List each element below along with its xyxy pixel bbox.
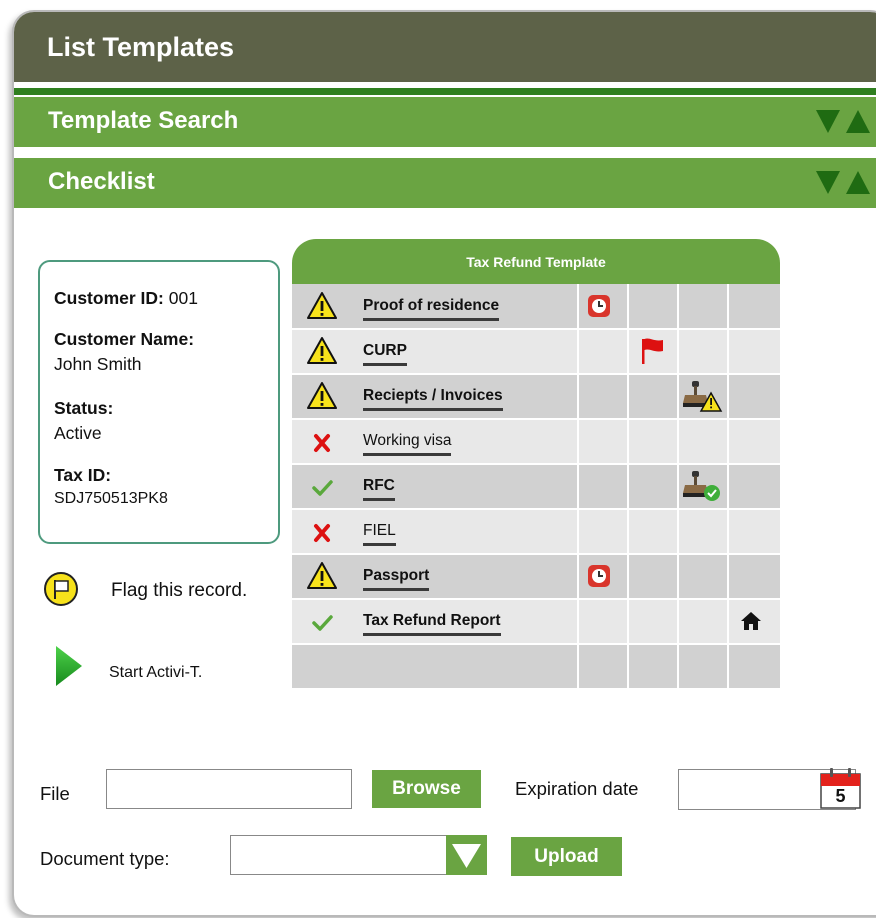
customer-status: Status: Active xyxy=(54,398,114,443)
table-row[interactable]: Passport xyxy=(292,554,780,598)
stamp-check-icon[interactable] xyxy=(683,471,723,503)
calendar-day: 5 xyxy=(835,786,846,806)
document-link[interactable]: Reciepts / Invoices xyxy=(363,387,503,411)
customer-id: Customer ID: 001 xyxy=(54,288,198,308)
x-icon xyxy=(314,434,330,452)
check-icon xyxy=(312,615,333,631)
start-label[interactable]: Start Activi-T. xyxy=(109,664,202,682)
window-title: List Templates xyxy=(14,12,876,82)
document-link[interactable]: RFC xyxy=(363,477,395,501)
chevron-down-icon xyxy=(452,844,481,868)
warning-icon xyxy=(307,292,337,319)
dropdown-button[interactable] xyxy=(446,835,487,875)
document-link[interactable]: Passport xyxy=(363,567,430,591)
grid-line xyxy=(577,284,579,688)
grid-line xyxy=(727,284,729,688)
table-row[interactable]: RFC xyxy=(292,464,780,508)
table-row-empty xyxy=(292,644,780,688)
upload-button[interactable]: Upload xyxy=(511,837,622,876)
grid-line xyxy=(627,284,629,688)
document-link[interactable]: Working visa xyxy=(363,432,452,456)
expiration-date-label: Expiration date xyxy=(515,778,639,799)
document-link[interactable]: FIEL xyxy=(363,522,396,546)
flag-icon[interactable] xyxy=(641,337,665,365)
expand-collapse-icon[interactable] xyxy=(816,171,870,195)
grid-line xyxy=(292,373,780,375)
table-row[interactable]: CURP xyxy=(292,329,780,373)
grid-line xyxy=(292,553,780,555)
clock-icon[interactable] xyxy=(588,295,610,317)
home-icon[interactable] xyxy=(740,611,762,631)
document-link[interactable]: Proof of residence xyxy=(363,297,500,321)
play-icon[interactable] xyxy=(56,646,82,686)
clock-icon[interactable] xyxy=(588,565,610,587)
section-title: Template Search xyxy=(48,107,239,134)
table-row[interactable]: Tax Refund Report xyxy=(292,599,780,643)
section-checklist[interactable]: Checklist xyxy=(14,158,876,208)
file-input[interactable] xyxy=(106,769,352,809)
grid-line xyxy=(292,463,780,465)
warning-icon xyxy=(307,562,337,589)
grid-line xyxy=(677,284,679,688)
grid-line xyxy=(292,418,780,420)
title-divider xyxy=(14,88,876,95)
grid-line xyxy=(292,508,780,510)
grid-line xyxy=(292,643,780,645)
table-row[interactable]: FIEL xyxy=(292,509,780,553)
table-row[interactable]: Proof of residence xyxy=(292,284,780,328)
customer-name: Customer Name: John Smith xyxy=(54,329,195,374)
table-title: Tax Refund Template xyxy=(292,239,780,284)
grid-line xyxy=(292,598,780,600)
table-row[interactable]: Working visa xyxy=(292,419,780,463)
document-link[interactable]: Tax Refund Report xyxy=(363,612,501,636)
stamp-warning-icon[interactable] xyxy=(683,381,723,413)
section-template-search[interactable]: Template Search xyxy=(14,97,876,147)
flag-icon[interactable] xyxy=(44,572,78,606)
calendar-icon[interactable]: 5 xyxy=(820,767,862,809)
grid-line xyxy=(292,328,780,330)
table-row[interactable]: Reciepts / Invoices xyxy=(292,374,780,418)
document-link[interactable]: CURP xyxy=(363,342,407,366)
document-type-label: Document type: xyxy=(40,848,170,869)
section-title: Checklist xyxy=(48,168,155,195)
warning-icon xyxy=(307,382,337,409)
document-type-select[interactable] xyxy=(230,835,487,875)
checklist-table: Tax Refund Template Proof of residence C… xyxy=(292,239,780,689)
warning-icon xyxy=(307,337,337,364)
browse-button[interactable]: Browse xyxy=(372,770,481,808)
customer-info-card: Customer ID: 001 Customer Name: John Smi… xyxy=(38,260,280,544)
start-activit-action[interactable]: Start Activi-T. xyxy=(56,646,202,691)
expand-collapse-icon[interactable] xyxy=(816,110,870,134)
list-templates-panel: List Templates Template Search Checklist… xyxy=(12,10,876,917)
flag-label[interactable]: Flag this record. xyxy=(111,580,247,602)
x-icon xyxy=(314,524,330,542)
check-icon xyxy=(312,480,333,496)
customer-tax-id: Tax ID: SDJ750513PK8 xyxy=(54,465,168,507)
file-label: File xyxy=(40,783,70,804)
